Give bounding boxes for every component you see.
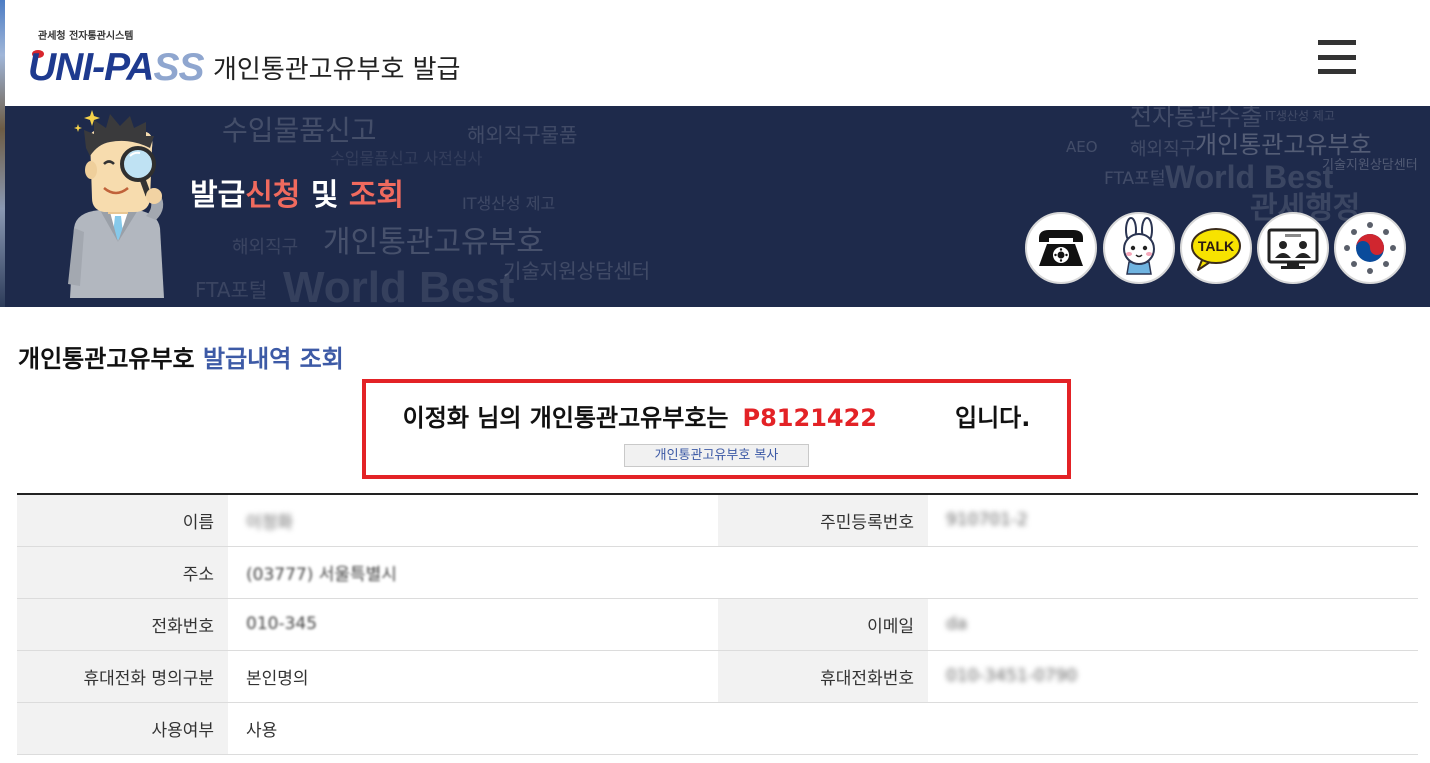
unipass-logo[interactable]: 관세청 전자통관시스템 UNI-PASS: [28, 28, 208, 94]
banner-bg-word: FTA포털: [1104, 169, 1166, 189]
banner-bg-word: 전자통관수출: [1130, 106, 1263, 131]
banner-bg-word: AEO: [1066, 138, 1098, 156]
section-title-main: 개인통관고유부호: [18, 345, 195, 373]
address-value: (03777) 서울특별시: [228, 546, 1418, 599]
mobile-owner-type-value: 본인명의: [228, 650, 718, 703]
banner-bg-word: 개인통관고유부호: [323, 225, 544, 260]
address-label: 주소: [17, 546, 228, 599]
email-value-text: da: [946, 614, 968, 634]
phone-icon[interactable]: [1025, 212, 1097, 284]
logo-wordmark: UNI-PASS: [28, 44, 204, 92]
table-row: 휴대전화 명의구분 본인명의 휴대전화번호 010-3451-0790: [17, 650, 1418, 703]
header: 관세청 전자통관시스템 UNI-PASS 개인통관고유부호 발급: [5, 0, 1430, 106]
mobile-number-value-text: 010-3451-0790: [946, 666, 1078, 686]
banner-title-part: 신청: [245, 178, 301, 213]
table-row: 사용여부 사용: [17, 702, 1418, 755]
phone-value-text: 010-345: [246, 614, 318, 634]
rrn-label: 주민등록번호: [718, 494, 928, 547]
banner-bg-word: World Best: [1165, 159, 1334, 195]
mobile-number-value: 010-3451-0790: [928, 650, 1418, 703]
banner-bg-word: IT생산성 제고: [462, 194, 556, 213]
banner-title-part: 및: [310, 178, 339, 213]
email-value: da: [928, 598, 1418, 651]
banner-bg-word: 해외직구물품: [467, 123, 578, 147]
logo-subtitle: 관세청 전자통관시스템: [38, 31, 134, 42]
banner-bg-word: 기술지원상담센터: [503, 259, 651, 283]
hero-banner: 수입물품신고 해외직구물품 수입물품신고 사전심사 IT생산성 제고 해외직구 …: [5, 106, 1430, 307]
phone-value: 010-345: [228, 598, 718, 651]
usage-status-label: 사용여부: [17, 702, 228, 755]
banner-bg-word: World Best: [283, 263, 515, 307]
kakaotalk-label: TALK: [1198, 238, 1234, 254]
banner-title-part: 발급: [190, 178, 246, 213]
hamburger-menu-icon[interactable]: [1318, 38, 1356, 75]
mobile-owner-type-label: 휴대전화 명의구분: [17, 650, 228, 703]
table-row: 주소 (03777) 서울특별시: [17, 546, 1418, 599]
usage-status-value: 사용: [228, 702, 1418, 755]
address-value-text: (03777) 서울특별시: [246, 564, 397, 585]
banner-bg-word: 해외직구: [232, 237, 299, 258]
email-label: 이메일: [718, 598, 928, 651]
issued-code-message: 이정화 님의 개인통관고유부호는 P8121422 입니다.: [366, 400, 1067, 436]
issued-code-result-box: 이정화 님의 개인통관고유부호는 P8121422 입니다. 개인통관고유부호 복사: [362, 379, 1071, 479]
result-suffix: 입니다.: [954, 404, 1031, 432]
result-prefix: 이정화 님의 개인통관고유부호는: [402, 404, 729, 432]
rrn-value-text: 910701-2: [946, 510, 1028, 531]
rrn-value: 910701-2: [928, 494, 1418, 547]
government-emblem-icon[interactable]: [1334, 212, 1406, 284]
customs-code-value: P8121422: [742, 404, 877, 432]
kakaotalk-icon[interactable]: TALK: [1180, 212, 1252, 284]
section-title: 개인통관고유부호 발급내역 조회: [18, 342, 344, 376]
issuance-info-table: 이름 이정화 주민등록번호 910701-2 주소 (03777) 서울특별시 …: [17, 493, 1418, 755]
banner-title: 발급신청 및 조회: [190, 178, 404, 214]
phone-label: 전화번호: [17, 598, 228, 651]
banner-bg-word: 개인통관고유부호: [1195, 131, 1372, 159]
copy-code-button[interactable]: 개인통관고유부호 복사: [624, 444, 809, 467]
banner-bg-word: 해외직구: [1130, 139, 1197, 160]
table-row: 전화번호 010-345 이메일 da: [17, 598, 1418, 651]
banner-bg-word: 기술지원상담센터: [1322, 158, 1418, 173]
banner-bg-word: 수입물품신고: [222, 114, 377, 147]
banner-bg-word: IT생산성 제고: [1265, 109, 1335, 123]
banner-bg-word: FTA포털: [195, 278, 268, 302]
logo-text-a: UNI-PA: [28, 46, 154, 89]
page-title: 개인통관고유부호 발급: [213, 55, 461, 85]
banner-title-part: 조회: [348, 178, 405, 213]
name-value: 이정화: [228, 494, 718, 547]
video-consult-icon[interactable]: [1257, 212, 1329, 284]
banner-bg-word: 수입물품신고 사전심사: [330, 149, 483, 168]
name-value-text: 이정화: [246, 512, 293, 533]
logo-text-b: SS: [153, 46, 204, 89]
magnifier-character-illustration: [68, 110, 164, 298]
name-label: 이름: [17, 494, 228, 547]
table-row: 이름 이정화 주민등록번호 910701-2: [17, 494, 1418, 547]
section-title-highlight: 발급내역 조회: [203, 345, 344, 373]
mascot-icon[interactable]: [1103, 212, 1175, 284]
mobile-number-label: 휴대전화번호: [718, 650, 928, 703]
